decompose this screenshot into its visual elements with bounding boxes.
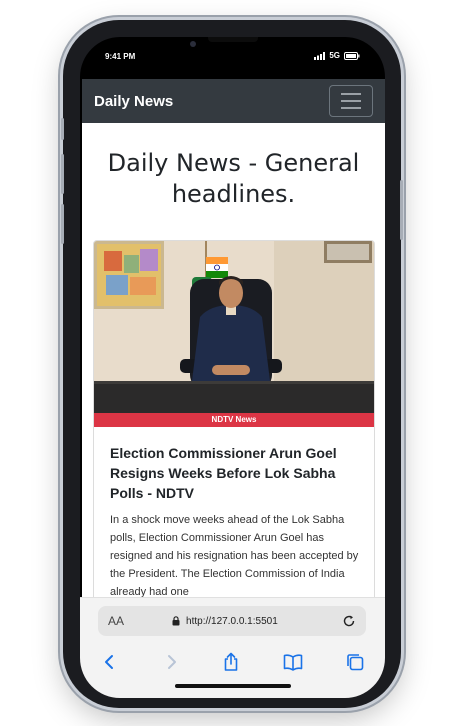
mute-switch [61,118,64,140]
share-icon[interactable] [222,652,240,672]
forward-icon[interactable] [162,653,180,671]
menu-icon [341,93,361,95]
browser-toolbar [80,648,385,676]
article-description: In a shock move weeks ahead of the Lok S… [110,514,359,598]
earpiece [208,37,258,42]
lock-icon [172,616,180,626]
volume-down-button [61,204,64,244]
text-size-button[interactable]: AA [108,614,124,628]
source-badge: NDTV News [94,413,374,427]
menu-toggle-button[interactable] [329,85,373,117]
signal-icon [314,51,326,60]
back-icon[interactable] [101,653,119,671]
status-bar: 9:41 PM 5G [80,37,385,77]
url-text[interactable]: http://127.0.0.1:5501 [186,616,278,627]
phone-screen: 9:41 PM 5G Daily News Daily News - Gener… [80,37,385,698]
network-type: 5G [329,51,340,60]
reload-icon[interactable] [342,614,356,628]
navbar-brand[interactable]: Daily News [94,93,173,110]
news-card[interactable]: NDTV News Election Commissioner Arun Goe… [93,240,375,603]
article-title[interactable]: Election Commissioner Arun Goel Resigns … [110,443,360,503]
battery-icon [344,51,360,60]
article-image[interactable] [94,241,374,413]
front-camera [190,41,196,47]
browser-bottom-bar: AA http://127.0.0.1:5501 [80,597,385,698]
volume-up-button [61,154,64,194]
page-heading: Daily News - General headlines. [107,149,360,208]
navbar: Daily News [82,79,385,123]
address-bar[interactable]: AA http://127.0.0.1:5501 [98,606,366,636]
power-button [400,180,403,240]
bookmarks-icon[interactable] [283,653,303,671]
tabs-icon[interactable] [346,653,364,671]
home-indicator[interactable] [175,684,291,688]
status-time: 9:41 PM [105,52,136,61]
page-content: Daily News - General headlines. NDTV New… [82,123,385,603]
